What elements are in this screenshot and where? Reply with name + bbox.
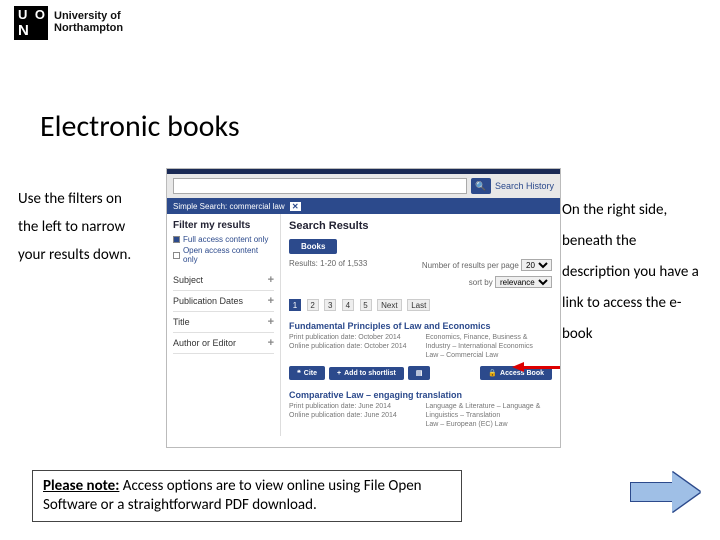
active-filter-bar: Simple Search: commercial law ✕	[167, 198, 560, 214]
search-input[interactable]	[173, 178, 467, 194]
expand-icon: +	[268, 274, 274, 286]
results-heading: Search Results	[289, 220, 552, 232]
tab-books[interactable]: Books	[289, 239, 337, 254]
result-title[interactable]: Comparative Law – engaging translation	[289, 390, 552, 400]
filter-option-label: Open access content only	[183, 246, 274, 264]
checkbox-icon	[173, 252, 180, 259]
filter-chip-remove[interactable]: ✕	[290, 202, 301, 211]
filter-option[interactable]: Open access content only	[173, 246, 274, 264]
filter-option-label: Full access content only	[183, 235, 268, 244]
logo-n: N	[18, 23, 29, 38]
logo-line2: Northampton	[54, 23, 123, 35]
page-title: Electronic books	[40, 112, 240, 142]
logo-u: U	[18, 8, 27, 21]
note-prefix: Please note:	[43, 477, 119, 495]
search-history-link[interactable]: Search History	[495, 181, 554, 191]
filter-option[interactable]: Full access content only	[173, 235, 274, 244]
pdf-button[interactable]: ▤	[408, 366, 431, 380]
search-button[interactable]: 🔍	[471, 178, 491, 194]
please-note-box: Please note: Access options are to view …	[32, 470, 462, 522]
result-meta-left: Print publication date: October 2014 Onl…	[289, 333, 416, 360]
ipp-select[interactable]: 20	[521, 259, 552, 271]
results-count: Results: 1-20 of 1,533	[289, 259, 367, 271]
filter-chip-label: Simple Search: commercial law	[173, 202, 285, 211]
filter-sidebar: Filter my results Full access content on…	[167, 214, 281, 436]
result-title[interactable]: Fundamental Principles of Law and Econom…	[289, 321, 552, 331]
quote-icon: ❝	[297, 369, 301, 377]
result-item: Comparative Law – engaging translation P…	[289, 390, 552, 429]
logo-mark: U O N	[14, 6, 48, 40]
left-caption: Use the filters on the left to narrow yo…	[18, 185, 138, 269]
search-row: 🔍 Search History	[167, 174, 560, 198]
expand-icon: +	[268, 295, 274, 307]
results-panel: Search Results Books Results: 1-20 of 1,…	[281, 214, 560, 436]
facet-dates[interactable]: Publication Dates+	[173, 291, 274, 312]
facet-title[interactable]: Title+	[173, 312, 274, 333]
page-4[interactable]: 4	[342, 299, 354, 311]
pager: 1 2 3 4 5 Next Last	[289, 294, 552, 313]
file-icon: ▤	[416, 369, 423, 377]
result-meta-left: Print publication date: June 2014 Online…	[289, 402, 416, 429]
next-slide-arrow[interactable]	[630, 472, 702, 512]
page-1[interactable]: 1	[289, 299, 301, 311]
sort-control: sort by relevance	[469, 276, 552, 288]
result-meta-right: Economics, Finance, Business & Industry …	[426, 333, 553, 360]
facet-author[interactable]: Author or Editor+	[173, 333, 274, 354]
right-caption: On the right side, beneath the descripti…	[562, 195, 702, 350]
checkbox-icon	[173, 236, 180, 243]
logo: U O N University of Northampton	[14, 6, 123, 40]
logo-o: O	[35, 8, 45, 21]
page-3[interactable]: 3	[324, 299, 336, 311]
filter-heading: Filter my results	[173, 220, 274, 231]
page-next[interactable]: Next	[377, 299, 401, 311]
library-screenshot: 🔍 Search History Simple Search: commerci…	[166, 168, 561, 448]
page-2[interactable]: 2	[307, 299, 319, 311]
callout-arrow	[512, 363, 561, 373]
page-last[interactable]: Last	[407, 299, 430, 311]
plus-icon: +	[337, 370, 341, 377]
facet-subject[interactable]: Subject+	[173, 270, 274, 291]
shortlist-button[interactable]: +Add to shortlist	[329, 367, 404, 380]
page-5[interactable]: 5	[360, 299, 372, 311]
expand-icon: +	[268, 337, 274, 349]
lock-icon: 🔒	[488, 369, 497, 377]
logo-text: University of Northampton	[54, 11, 123, 34]
cite-button[interactable]: ❝Cite	[289, 366, 325, 380]
items-per-page: Number of results per page 20	[422, 259, 552, 271]
result-meta-right: Language & Literature – Language & Lingu…	[426, 402, 553, 429]
filter-chip: Simple Search: commercial law ✕	[173, 202, 301, 211]
sort-select[interactable]: relevance	[495, 276, 552, 288]
expand-icon: +	[268, 316, 274, 328]
